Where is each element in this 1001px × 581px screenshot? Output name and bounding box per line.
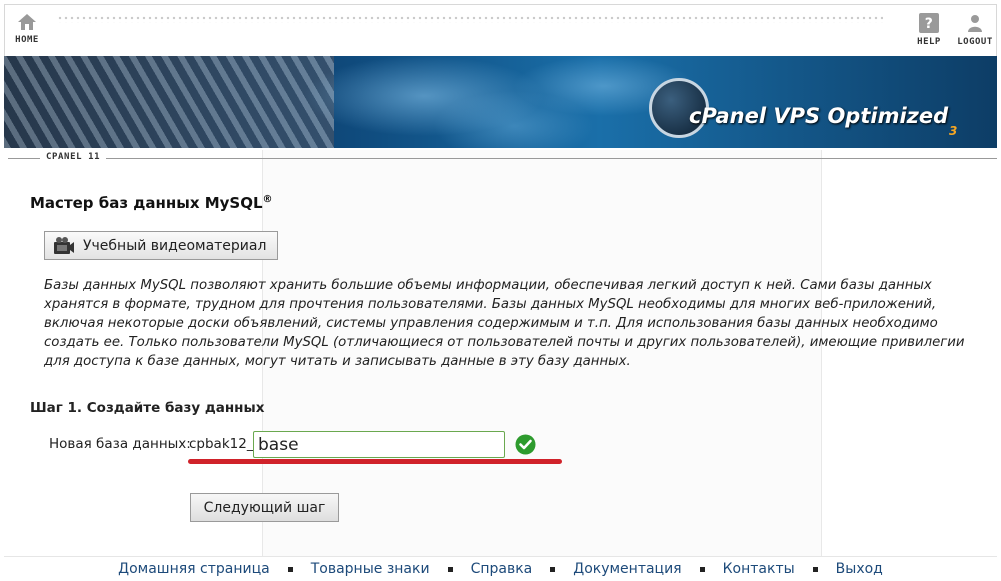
main-content: Мастер баз данных MySQL® Учебный видеома… [0, 0, 1001, 581]
footer-separator [550, 566, 556, 572]
footer-separator [447, 566, 453, 572]
footer-nav: Домашняя страница Товарные знаки Справка… [4, 556, 997, 581]
database-prefix: cpbak12_ [189, 436, 253, 452]
description-text: Базы данных MySQL позволяют хранить боль… [44, 278, 965, 369]
valid-check-icon [515, 434, 536, 455]
footer-link-logout[interactable]: Выход [836, 561, 883, 577]
next-step-button[interactable]: Следующий шаг [190, 493, 339, 522]
footer-separator [812, 566, 818, 572]
footer-link-home[interactable]: Домашняя страница [118, 561, 270, 577]
step-title: Шаг 1. Создайте базу данных [30, 400, 265, 416]
new-database-input[interactable] [253, 431, 505, 458]
footer-link-contacts[interactable]: Контакты [723, 561, 795, 577]
new-database-label: Новая база данных: [49, 436, 191, 452]
registered-mark: ® [262, 194, 273, 205]
footer-link-help[interactable]: Справка [471, 561, 533, 577]
footer-separator [287, 566, 293, 572]
video-tutorial-button[interactable]: Учебный видеоматериал [44, 231, 278, 260]
video-tutorial-label: Учебный видеоматериал [83, 237, 267, 254]
footer-link-documentation[interactable]: Документация [573, 561, 681, 577]
footer-separator [699, 566, 705, 572]
page-title: Мастер баз данных MySQL® [30, 194, 273, 212]
page-title-text: Мастер баз данных MySQL [30, 194, 263, 212]
footer-link-trademarks[interactable]: Товарные знаки [311, 561, 430, 577]
red-underline-annotation [188, 459, 562, 464]
video-camera-icon [54, 236, 74, 254]
